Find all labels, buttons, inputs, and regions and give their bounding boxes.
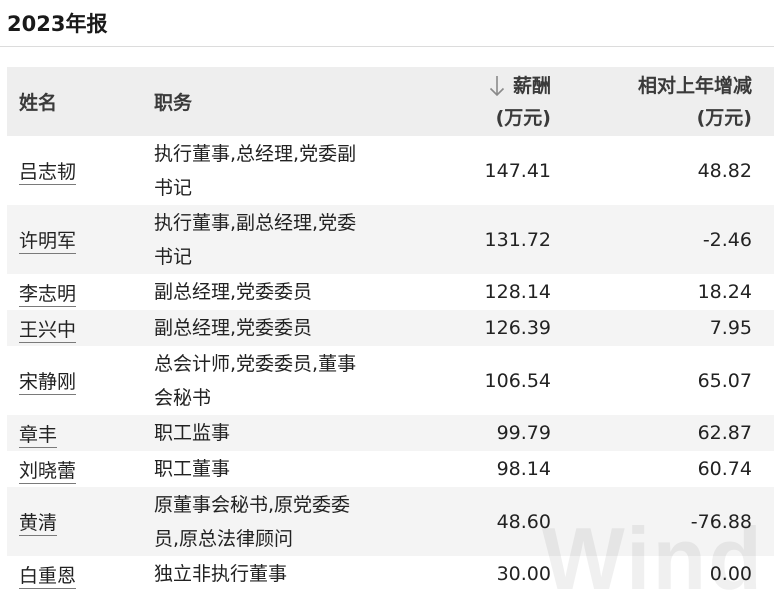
person-name-link[interactable]: 白重恩 <box>19 564 77 589</box>
table-row: 宋静刚 总会计师,党委委员,董事会秘书 106.54 65.07 <box>7 346 774 415</box>
person-name-link[interactable]: 章丰 <box>19 423 58 448</box>
role-cell: 职工董事 <box>154 458 231 480</box>
name-cell: 吕志韧 <box>7 136 154 205</box>
role-cell: 副总经理,党委委员 <box>154 310 374 346</box>
person-name-link[interactable]: 李志明 <box>19 282 77 307</box>
pay-cell: 147.41 <box>484 159 551 182</box>
table-row: 王兴中 副总经理,党委委员 126.39 7.95 <box>7 310 774 346</box>
table-row: 许明军 执行董事,副总经理,党委书记 131.72 -2.46 <box>7 205 774 274</box>
name-cell: 许明军 <box>7 205 154 274</box>
header-role[interactable]: 职务 <box>154 67 374 136</box>
name-cell: 刘晓蕾 <box>7 451 154 487</box>
delta-cell: -2.46 <box>551 205 774 274</box>
delta-cell: -76.88 <box>551 487 774 556</box>
pay-cell: 99.79 <box>374 415 551 451</box>
role-cell: 副总经理,党委委员 <box>154 281 313 303</box>
header-pay-label: 薪酬 <box>512 74 551 97</box>
role-cell: 总会计师,党委委员,董事会秘书 <box>154 352 357 409</box>
name-cell: 李志明 <box>7 274 154 310</box>
person-name-link[interactable]: 宋静刚 <box>19 371 77 395</box>
page-title: 2023年报 <box>0 0 774 47</box>
table-row: 白重恩 独立非执行董事 30.00 0.00 <box>7 556 774 592</box>
header-delta[interactable]: 相对上年增减 (万元) <box>551 67 774 136</box>
table-header-row: 姓名 职务 薪酬 (万元) 相对上年增减 (万元) <box>7 67 774 136</box>
pay-cell: 126.39 <box>374 310 551 346</box>
name-cell: 王兴中 <box>7 310 154 346</box>
role-cell: 执行董事,副总经理,党委书记 <box>154 205 374 274</box>
table-row: 李志明 副总经理,党委委员 128.14 18.24 <box>7 274 774 310</box>
pay-cell: 48.60 <box>374 487 551 556</box>
table-row: 吕志韧 执行董事,总经理,党委副书记 147.41 48.82 <box>7 136 774 205</box>
table-row: 刘晓蕾 职工董事 98.14 60.74 <box>7 451 774 487</box>
table-row: 章丰 职工监事 99.79 62.87 <box>7 415 774 451</box>
pay-cell: 128.14 <box>484 281 551 303</box>
person-name-link[interactable]: 吕志韧 <box>19 161 77 185</box>
header-delta-label: 相对上年增减 <box>637 74 752 97</box>
person-name-link[interactable]: 刘晓蕾 <box>19 459 77 484</box>
delta-cell: 0.00 <box>709 563 752 585</box>
header-pay[interactable]: 薪酬 (万元) <box>374 67 551 136</box>
role-cell: 独立非执行董事 <box>154 563 288 585</box>
page: 2023年报 姓名 职务 薪酬 (万元) 相对上年增减 (万元) 吕志韧 执行董… <box>0 0 774 600</box>
header-name[interactable]: 姓名 <box>7 67 154 136</box>
header-pay-unit: (万元) <box>495 106 551 129</box>
compensation-table: 姓名 职务 薪酬 (万元) 相对上年增减 (万元) 吕志韧 执行董事,总经理,党… <box>7 67 774 592</box>
name-cell: 白重恩 <box>7 556 154 592</box>
person-name-link[interactable]: 王兴中 <box>19 318 77 343</box>
pay-cell: 30.00 <box>496 563 551 585</box>
pay-cell: 131.72 <box>374 205 551 274</box>
person-name-link[interactable]: 黄清 <box>19 512 58 536</box>
header-pay-line1: 薪酬 <box>374 70 551 102</box>
table-row: 黄清 原董事会秘书,原党委委员,原总法律顾问 48.60 -76.88 <box>7 487 774 556</box>
delta-cell: 18.24 <box>697 281 752 303</box>
role-cell: 原董事会秘书,原党委委员,原总法律顾问 <box>154 487 374 556</box>
delta-cell: 65.07 <box>697 369 752 392</box>
header-delta-unit: (万元) <box>696 106 752 129</box>
pay-cell: 98.14 <box>496 458 551 480</box>
pay-cell: 106.54 <box>484 369 551 392</box>
role-cell: 职工监事 <box>154 415 374 451</box>
arrow-down-icon[interactable] <box>489 75 505 97</box>
role-cell: 执行董事,总经理,党委副书记 <box>154 142 357 199</box>
person-name-link[interactable]: 许明军 <box>19 230 77 254</box>
name-cell: 黄清 <box>7 487 154 556</box>
delta-cell: 60.74 <box>697 458 752 480</box>
name-cell: 宋静刚 <box>7 346 154 415</box>
delta-cell: 62.87 <box>551 415 774 451</box>
delta-cell: 7.95 <box>551 310 774 346</box>
name-cell: 章丰 <box>7 415 154 451</box>
delta-cell: 48.82 <box>697 159 752 182</box>
